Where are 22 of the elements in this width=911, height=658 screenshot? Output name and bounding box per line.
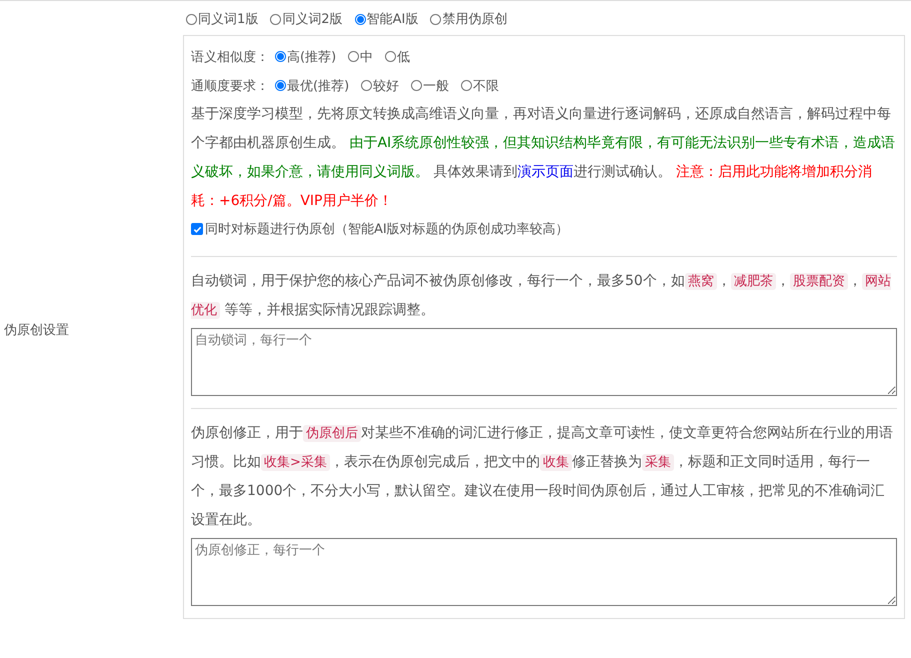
lock-words-field[interactable]: 自动锁词，每行一个 <box>191 328 897 396</box>
radio-option[interactable]: 智能AI版 <box>354 10 418 28</box>
settings-label: 伪原创设置 <box>4 322 69 338</box>
radio-option[interactable]: 同义词1版 <box>186 10 258 28</box>
radio-option[interactable]: 中 <box>348 48 374 66</box>
radio-option[interactable]: 高(推荐) <box>275 48 336 66</box>
radio-option[interactable]: 最优(推荐) <box>275 76 350 94</box>
radio-option[interactable]: 禁用伪原创 <box>430 10 508 28</box>
checkbox-icon[interactable] <box>191 223 203 235</box>
title-checkbox[interactable]: 同时对标题进行伪原创（智能AI版对标题的伪原创成功率较高） <box>191 216 897 242</box>
lock-words-description: 自动锁词，用于保护您的核心产品词不被伪原创修改，每行一个，最多50个，如 燕窝 ， 减肥茶 ， 股票配资 ， 网站优化 等等，并根据实际情况跟踪调整。 <box>191 272 892 321</box>
radio-option[interactable]: 一般 <box>411 76 450 94</box>
radio-option[interactable]: 低 <box>385 48 410 66</box>
similarity-label: 语义相似度： <box>191 48 269 66</box>
demo-page-link[interactable]: 演示页面 <box>517 164 574 180</box>
radio-option[interactable]: 同义词2版 <box>270 10 343 28</box>
correction-field[interactable]: 伪原创修正，每行一个 <box>191 538 897 606</box>
correction-description: 伪原创修正，用于 伪原创后 对某些不准确的词汇进行修正，提高文章可读性，使文章更符合您网站所在行业的用语习惯。比如 收集>采集 ，表示在伪原创完成后，把文中的 收集 修正替换为 采集 ，标题和正文同时适用，每行一个，最多1000个，不分大小写，默认留空。建议在使用一段时间伪原创后，通过人工审核，把常见的不准确词汇设置在此。 <box>191 424 894 530</box>
radio-option[interactable]: 不限 <box>461 76 500 94</box>
fluency-label: 通顺度要求： <box>191 78 269 94</box>
ai-description: 基于深度学习模型，先将原文转换成高维语义向量，再对语义向量进行逐词解码，还原成自然语言，解码过程中每个字都由机器原创生成。 由于AI系统原创性较强，但其知识结构毕竟有限，有可能无法识别一些专有术语，造成语义破坏，如果介意，请使用同义词版。 具体效果请到演示页面进行测试确认。 注意：启用此功能将增加积分消耗：+6积分/篇。VIP用户半价！ <box>191 105 896 211</box>
radio-option[interactable]: 较好 <box>361 76 400 94</box>
